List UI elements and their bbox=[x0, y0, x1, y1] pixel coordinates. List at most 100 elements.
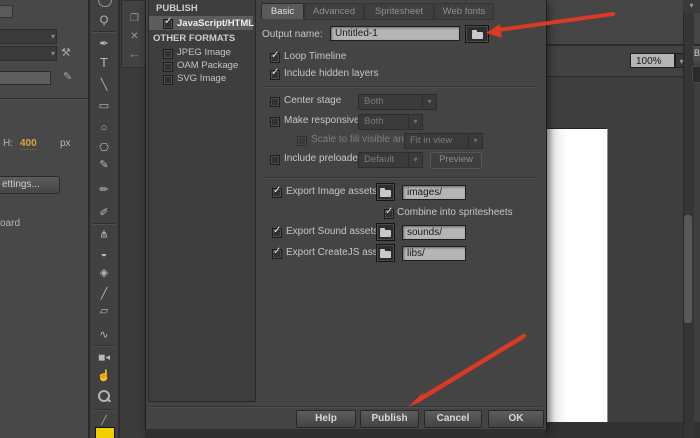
properties-dropdown-2[interactable]: ▾ bbox=[0, 46, 57, 61]
loop-timeline-label: Loop Timeline bbox=[284, 51, 346, 62]
hand-tool[interactable]: ☝ bbox=[90, 369, 118, 383]
tab-spritesheet[interactable]: Spritesheet bbox=[364, 3, 434, 20]
chevron-down-icon: ▾ bbox=[408, 115, 422, 129]
height-value[interactable]: 400 bbox=[20, 138, 37, 150]
cut-button-fragment[interactable] bbox=[0, 5, 13, 18]
browse-output-button[interactable] bbox=[465, 25, 489, 43]
include-hidden-layers-label: Include hidden layers bbox=[284, 68, 379, 79]
tab-web-fonts[interactable]: Web fonts bbox=[434, 3, 494, 20]
export-sound-assets-label: Export Sound assets: bbox=[286, 226, 381, 237]
brush-tool[interactable]: ✏ bbox=[90, 183, 118, 197]
center-stage-label: Center stage bbox=[284, 95, 341, 106]
stage-canvas[interactable] bbox=[545, 128, 608, 423]
include-preloader-label: Include preloader bbox=[284, 153, 361, 164]
scale-to-fill-label: Scale to fill visible area bbox=[311, 134, 413, 145]
oval-tool[interactable]: ○ bbox=[90, 121, 118, 135]
divider bbox=[93, 409, 115, 411]
images-path-input[interactable]: images/ bbox=[402, 185, 466, 200]
divider bbox=[93, 345, 115, 347]
browse-images-button[interactable] bbox=[376, 183, 395, 201]
include-preloader-checkbox[interactable] bbox=[270, 155, 280, 165]
bone-tool[interactable]: ⋔ bbox=[90, 228, 118, 242]
chevron-down-icon: ▾ bbox=[51, 31, 55, 42]
help-button[interactable]: Help bbox=[296, 410, 356, 428]
paint-brush-tool[interactable]: ✐ bbox=[90, 206, 118, 220]
partial-tool-icon[interactable] bbox=[98, 0, 112, 7]
wrench-icon[interactable]: ⚒ bbox=[61, 47, 71, 59]
publish-button[interactable]: Publish bbox=[360, 410, 419, 428]
divider bbox=[150, 406, 542, 408]
eraser-tool[interactable]: ▱ bbox=[90, 304, 118, 318]
svg-image-checkbox[interactable] bbox=[163, 75, 173, 85]
scale-to-fill-checkbox[interactable] bbox=[297, 136, 307, 146]
close-icon[interactable]: ✕ bbox=[122, 31, 147, 42]
pen-tool[interactable]: ✒ bbox=[90, 37, 118, 51]
cancel-button[interactable]: Cancel bbox=[424, 410, 482, 428]
pencil-tool[interactable]: ✎ bbox=[90, 158, 118, 172]
tools-toolbar: Ϙ ✒ T ╲ ▭ ○ ⎔ ✎ ✏ ✐ ⋔ ◒ ◈ ╱ ▱ ∿ ◼◂ ☝ ╱ bbox=[90, 0, 118, 438]
vertical-scrollbar-thumb[interactable] bbox=[684, 215, 692, 323]
folder-icon bbox=[380, 251, 391, 258]
collapse-arrow-icon[interactable]: ← bbox=[122, 46, 147, 61]
format-label[interactable]: SVG Image bbox=[177, 73, 226, 84]
properties-text-field[interactable] bbox=[0, 71, 51, 85]
make-responsive-dropdown[interactable]: Both▾ bbox=[358, 114, 423, 130]
flash-publish-settings-screen: ▾ ▾ ⚒ ✎ H: 400 px ettings... oard Ϙ ✒ T … bbox=[0, 0, 700, 438]
format-label[interactable]: OAM Package bbox=[177, 60, 238, 71]
width-tool[interactable]: ∿ bbox=[90, 328, 118, 342]
oam-package-checkbox[interactable] bbox=[163, 62, 173, 72]
camera-tool[interactable]: ◼◂ bbox=[90, 350, 118, 364]
text-tool[interactable]: T bbox=[90, 56, 118, 70]
cut-panel-fragment bbox=[692, 66, 700, 83]
browse-sounds-button[interactable] bbox=[376, 223, 395, 241]
preview-button[interactable]: Preview bbox=[430, 152, 482, 169]
output-name-input[interactable]: Untitled-1 bbox=[330, 26, 460, 41]
format-label[interactable]: JavaScript/HTML bbox=[177, 18, 254, 29]
make-responsive-label: Make responsive bbox=[284, 115, 360, 126]
scale-to-fill-dropdown[interactable]: Fit in view▾ bbox=[404, 133, 483, 149]
libs-path-input[interactable]: libs/ bbox=[402, 246, 466, 261]
eyedropper-tool[interactable]: ╱ bbox=[90, 287, 118, 301]
center-stage-dropdown[interactable]: Both▾ bbox=[358, 94, 437, 110]
tab-basic[interactable]: Basic bbox=[261, 3, 304, 19]
lasso-tool[interactable]: Ϙ bbox=[90, 13, 118, 27]
ok-button[interactable]: OK bbox=[488, 410, 544, 428]
settings-button[interactable]: ettings... bbox=[0, 176, 60, 194]
rectangle-tool[interactable]: ▭ bbox=[90, 99, 118, 113]
properties-dropdown-1[interactable]: ▾ bbox=[0, 29, 57, 44]
height-label: H: bbox=[3, 138, 13, 149]
center-stage-checkbox[interactable] bbox=[270, 97, 280, 107]
export-createjs-assets-checkbox[interactable] bbox=[272, 249, 282, 259]
export-sound-assets-checkbox[interactable] bbox=[272, 228, 282, 238]
loop-timeline-checkbox[interactable] bbox=[270, 53, 280, 63]
ink-bottle-tool[interactable]: ◈ bbox=[90, 266, 118, 280]
eyedropper-small-tool[interactable]: ╱ bbox=[90, 413, 118, 427]
panel-menu-tab[interactable]: ▾ bbox=[683, 0, 700, 13]
panel-menu-icon: ▾ bbox=[689, 1, 693, 10]
folder-icon bbox=[472, 32, 483, 39]
polystar-tool[interactable]: ⎔ bbox=[90, 141, 118, 155]
zoom-tool[interactable] bbox=[90, 388, 118, 406]
browse-libs-button[interactable] bbox=[376, 244, 395, 262]
make-responsive-checkbox[interactable] bbox=[270, 117, 280, 127]
pencil-icon[interactable]: ✎ bbox=[63, 71, 72, 83]
stage-zoom-value[interactable]: 100% bbox=[630, 53, 675, 68]
preloader-dropdown[interactable]: Default▾ bbox=[358, 152, 423, 168]
export-image-assets-checkbox[interactable] bbox=[272, 188, 282, 198]
jpeg-image-checkbox[interactable] bbox=[163, 49, 173, 59]
paint-bucket-tool[interactable]: ◒ bbox=[90, 247, 118, 261]
tab-advanced[interactable]: Advanced bbox=[304, 3, 364, 20]
restore-panel-icon[interactable]: ❐ bbox=[122, 13, 147, 24]
format-label[interactable]: JPEG Image bbox=[177, 47, 231, 58]
other-formats-header: OTHER FORMATS bbox=[153, 33, 235, 44]
sounds-path-input[interactable]: sounds/ bbox=[402, 225, 466, 240]
divider bbox=[93, 31, 115, 33]
divider bbox=[93, 223, 115, 225]
height-unit: px bbox=[60, 138, 71, 149]
chevron-down-icon: ▾ bbox=[422, 95, 436, 109]
fill-color-swatch[interactable] bbox=[95, 427, 115, 438]
javascript-html-checkbox[interactable] bbox=[163, 19, 173, 29]
combine-spritesheets-checkbox[interactable] bbox=[384, 209, 394, 219]
line-tool[interactable]: ╲ bbox=[90, 78, 118, 92]
include-hidden-layers-checkbox[interactable] bbox=[270, 70, 280, 80]
